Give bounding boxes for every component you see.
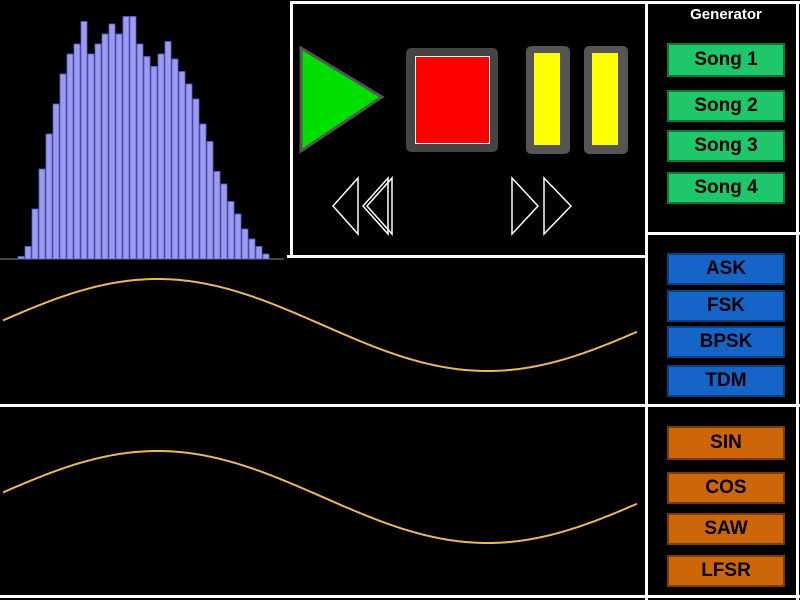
histogram-bar: [248, 238, 256, 260]
histogram-bar: [143, 56, 151, 260]
histogram-bar: [185, 83, 193, 260]
histogram-bar: [87, 53, 95, 260]
pause-bar-right-icon: [584, 46, 628, 154]
histogram-bar: [129, 16, 137, 260]
histogram-bar: [115, 33, 123, 260]
transport-panel-left: [290, 1, 293, 258]
histogram-bar: [94, 43, 102, 260]
song-3-button[interactable]: Song 3: [667, 130, 785, 162]
histogram-bar: [66, 53, 74, 260]
fast-forward-button[interactable]: [508, 176, 578, 236]
histogram-bar: [234, 213, 242, 260]
play-icon: [299, 45, 385, 154]
waveform-display: [2, 450, 638, 544]
song-1-button[interactable]: Song 1: [667, 43, 785, 77]
sidebar-divider: [645, 1, 648, 600]
stop-icon: [415, 56, 490, 144]
histogram-bar: [178, 71, 186, 260]
rewind-button[interactable]: [330, 176, 396, 236]
histogram-bar: [255, 246, 263, 260]
play-button[interactable]: [296, 43, 388, 155]
sin-button[interactable]: SIN: [667, 426, 785, 460]
histogram-bar: [73, 43, 81, 260]
histogram-bar: [213, 171, 221, 260]
histogram-bar: [206, 141, 214, 260]
cos-button[interactable]: COS: [667, 472, 785, 504]
sidebar-top-border: [645, 1, 800, 4]
histogram-bar: [157, 53, 165, 260]
fsk-button[interactable]: FSK: [667, 290, 785, 322]
wave-panel-divider: [0, 404, 648, 407]
histogram-bar: [262, 253, 270, 260]
histogram-chart: [0, 16, 284, 260]
fast-forward-icon: [511, 176, 540, 236]
wave-line: [2, 450, 638, 544]
histogram-bar: [164, 41, 172, 260]
lfsr-button[interactable]: LFSR: [667, 555, 785, 587]
sidebar-section-divider-2: [648, 404, 800, 407]
histogram-bar: [52, 103, 60, 260]
song-4-button[interactable]: Song 4: [667, 172, 785, 204]
histogram-bar: [227, 201, 235, 260]
saw-button[interactable]: SAW: [667, 513, 785, 545]
sidebar-section-divider-1: [648, 232, 800, 235]
histogram-bar: [24, 246, 32, 260]
histogram-bar: [80, 21, 88, 260]
histogram-bar: [220, 183, 228, 260]
histogram-bar: [31, 208, 39, 260]
histogram-bar: [192, 98, 200, 260]
pause-bar-left-icon: [526, 46, 570, 154]
stop-button[interactable]: [406, 48, 498, 152]
histogram-bar: [136, 43, 144, 260]
pause-button[interactable]: [524, 46, 632, 156]
transport-panel-top: [290, 1, 648, 4]
modulation-wave-display: [2, 278, 638, 372]
tdm-button[interactable]: TDM: [667, 365, 785, 397]
histogram-bar: [199, 123, 207, 260]
ask-button[interactable]: ASK: [667, 253, 785, 285]
histogram-bar: [17, 256, 25, 260]
sidebar-right-border: [796, 1, 799, 600]
histogram-bar: [45, 133, 53, 260]
bpsk-button[interactable]: BPSK: [667, 326, 785, 358]
histogram-bar: [241, 228, 249, 260]
bottom-border: [0, 595, 800, 598]
generator-title: Generator: [690, 6, 762, 23]
histogram-bar: [38, 168, 46, 260]
wave-line: [2, 278, 638, 372]
transport-panel-bottom: [287, 255, 647, 258]
song-2-button[interactable]: Song 2: [667, 90, 785, 122]
histogram-bar: [101, 33, 109, 260]
histogram-bar: [171, 58, 179, 260]
rewind-icon: [331, 176, 359, 236]
histogram-bar: [59, 73, 67, 260]
histogram-bar: [108, 23, 116, 260]
histogram-bar: [150, 66, 158, 260]
histogram-bar: [122, 16, 130, 260]
